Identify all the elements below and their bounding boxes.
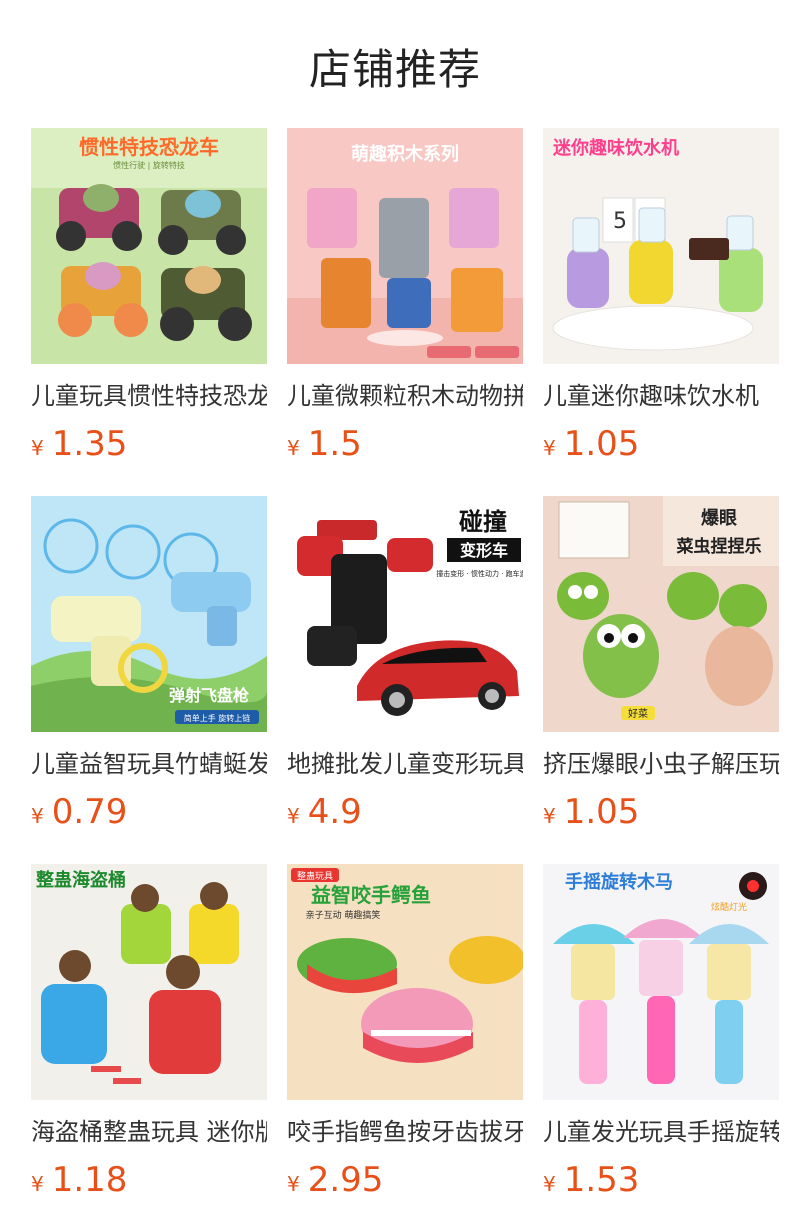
product-card[interactable]: 弹射飞盘枪 简单上手 旋转上链 儿童益智玩具竹蜻蜓发射器 ¥0.79 — [31, 496, 267, 836]
price-value: 1.05 — [563, 792, 640, 832]
product-card[interactable]: 碰撞 变形车 撞击变形 · 惯性动力 · 跑车造型 地摊批发儿童变形玩具车 ¥4… — [287, 496, 523, 836]
currency-symbol: ¥ — [31, 436, 44, 460]
svg-text:5: 5 — [613, 209, 627, 234]
price-value: 1.35 — [51, 424, 128, 464]
product-card[interactable]: 惯性特技恐龙车 惯性行驶 | 旋转特技 儿童玩具惯性特技恐龙 ¥ 1.35 — [31, 128, 267, 468]
product-card[interactable]: 萌趣积木系列 儿童微颗粒积木动物拼装 ¥1.5 — [287, 128, 523, 468]
price-value: 1.53 — [563, 1160, 640, 1200]
svg-text:益智咬手鳄鱼: 益智咬手鳄鱼 — [311, 883, 431, 907]
disc-launcher-image[interactable]: 弹射飞盘枪 简单上手 旋转上链 — [31, 496, 267, 732]
price-value: 1.05 — [563, 424, 640, 464]
product-price: ¥1.53 — [543, 1156, 779, 1204]
currency-symbol: ¥ — [287, 1172, 300, 1196]
currency-symbol: ¥ — [31, 804, 44, 828]
price-value: 1.5 — [307, 424, 362, 464]
svg-text:亲子互动 萌趣搞笑: 亲子互动 萌趣搞笑 — [306, 909, 381, 921]
svg-text:菜虫捏捏乐: 菜虫捏捏乐 — [676, 536, 762, 557]
svg-text:萌趣积木系列: 萌趣积木系列 — [351, 143, 459, 165]
svg-text:炫酷灯光: 炫酷灯光 — [711, 901, 747, 913]
product-card[interactable]: 整蛊海盗桶 海盗桶整蛊玩具 迷你版 ¥1.18 — [31, 864, 267, 1204]
price-value: 1.18 — [51, 1160, 128, 1200]
product-name[interactable]: 海盗桶整蛊玩具 迷你版 — [31, 1114, 267, 1150]
product-price: ¥0.79 — [31, 788, 267, 836]
svg-text:好菜: 好菜 — [628, 708, 648, 720]
product-price: ¥1.18 — [31, 1156, 267, 1204]
product-price: ¥2.95 — [287, 1156, 523, 1204]
product-card[interactable]: 迷你趣味饮水机 5 儿童迷你趣味饮水机 ¥1.05 — [543, 128, 779, 468]
svg-text:迷你趣味饮水机: 迷你趣味饮水机 — [552, 137, 679, 159]
product-name[interactable]: 儿童迷你趣味饮水机 — [543, 378, 779, 414]
svg-text:弹射飞盘枪: 弹射飞盘枪 — [169, 686, 249, 705]
product-price: ¥1.05 — [543, 788, 779, 836]
product-name[interactable]: 咬手指鳄鱼按牙齿拔牙玩具 — [287, 1114, 523, 1150]
product-card[interactable]: 整蛊玩具 益智咬手鳄鱼 亲子互动 萌趣搞笑 咬手指鳄鱼按牙齿拔牙玩具 ¥2.95 — [287, 864, 523, 1204]
product-card[interactable]: 爆眼 菜虫捏捏乐 好菜 挤压爆眼小虫子解压玩具 ¥1.05 — [543, 496, 779, 836]
svg-text:手摇旋转木马: 手摇旋转木马 — [565, 871, 673, 893]
product-name[interactable]: 儿童发光玩具手摇旋转木马 — [543, 1114, 779, 1150]
product-name[interactable]: 儿童益智玩具竹蜻蜓发射器 — [31, 746, 267, 782]
product-name[interactable]: 儿童玩具惯性特技恐龙车 — [31, 378, 267, 414]
product-name[interactable]: 挤压爆眼小虫子解压玩具 — [543, 746, 779, 782]
currency-symbol: ¥ — [287, 804, 300, 828]
carousel-toy-image[interactable]: 手摇旋转木马 炫酷灯光 — [543, 864, 779, 1100]
product-card[interactable]: 手摇旋转木马 炫酷灯光 儿童发光玩具手摇旋转木马 ¥1.53 — [543, 864, 779, 1204]
product-price: ¥1.05 — [543, 420, 779, 468]
product-price: ¥1.35 — [31, 420, 267, 468]
price-value: 2.95 — [307, 1160, 384, 1200]
currency-symbol: ¥ — [543, 804, 556, 828]
product-price: ¥4.9 — [287, 788, 523, 836]
currency-symbol: ¥ — [543, 1172, 556, 1196]
page-title: 店铺推荐 — [308, 45, 481, 94]
currency-symbol: ¥ — [31, 1172, 44, 1196]
product-name[interactable]: 地摊批发儿童变形玩具车 — [287, 746, 523, 782]
dinosaur-car-image[interactable]: 惯性特技恐龙车 惯性行驶 | 旋转特技 — [31, 128, 267, 364]
building-blocks-image[interactable]: 萌趣积木系列 — [287, 128, 523, 364]
price-value: 4.9 — [307, 792, 362, 832]
price-value: 0.79 — [51, 792, 128, 832]
currency-symbol: ¥ — [543, 436, 556, 460]
svg-text:整蛊海盗桶: 整蛊海盗桶 — [35, 869, 126, 891]
pirate-barrel-image[interactable]: 整蛊海盗桶 — [31, 864, 267, 1100]
svg-text:撞击变形 · 惯性动力 · 跑车造型: 撞击变形 · 惯性动力 · 跑车造型 — [436, 569, 523, 578]
crocodile-dentist-image[interactable]: 整蛊玩具 益智咬手鳄鱼 亲子互动 萌趣搞笑 — [287, 864, 523, 1100]
transforming-car-image[interactable]: 碰撞 变形车 撞击变形 · 惯性动力 · 跑车造型 — [287, 496, 523, 732]
squeeze-bug-image[interactable]: 爆眼 菜虫捏捏乐 好菜 — [543, 496, 779, 732]
svg-text:碰撞: 碰撞 — [459, 508, 507, 536]
svg-text:爆眼: 爆眼 — [701, 508, 737, 529]
currency-symbol: ¥ — [287, 436, 300, 460]
svg-text:惯性特技恐龙车: 惯性特技恐龙车 — [79, 135, 219, 159]
svg-text:变形车: 变形车 — [460, 541, 508, 560]
product-name[interactable]: 儿童微颗粒积木动物拼装 — [287, 378, 523, 414]
svg-text:简单上手 旋转上链: 简单上手 旋转上链 — [184, 713, 251, 723]
water-dispenser-image[interactable]: 迷你趣味饮水机 5 — [543, 128, 779, 364]
svg-text:惯性行驶 | 旋转特技: 惯性行驶 | 旋转特技 — [113, 160, 185, 170]
product-price: ¥1.5 — [287, 420, 523, 468]
svg-text:整蛊玩具: 整蛊玩具 — [297, 870, 333, 882]
